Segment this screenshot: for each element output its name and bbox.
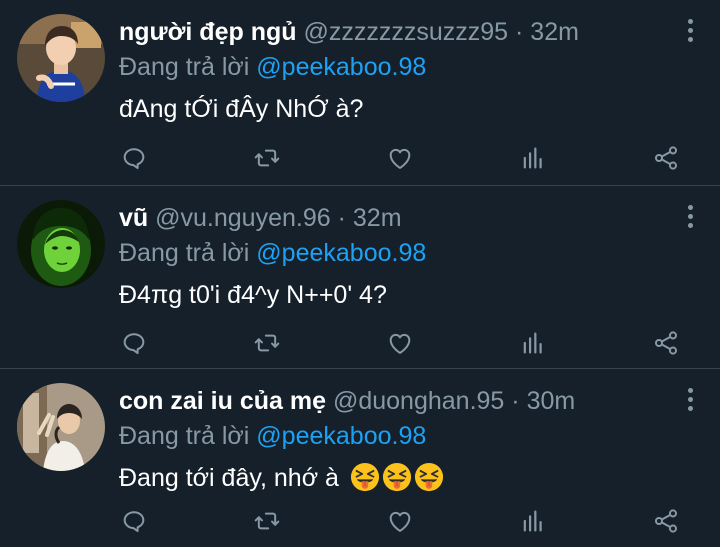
timestamp[interactable]: 30m <box>527 387 576 415</box>
tweet[interactable]: người đẹp ngủ @zzzzzzzsuzzz95 · 32m Đang… <box>0 0 720 186</box>
user-handle[interactable]: @zzzzzzzsuzzz95 <box>303 18 508 46</box>
mention-link[interactable]: @peekaboo.98 <box>256 422 426 450</box>
heart-icon[interactable] <box>386 144 414 172</box>
squinting-face-with-tongue-emoji-icon <box>350 462 380 492</box>
tweet-actions <box>0 325 720 361</box>
timestamp[interactable]: 32m <box>353 204 402 232</box>
tweet-text: Đ4πg t0'i đ4^y N++0' 4? <box>119 281 387 309</box>
stats-icon[interactable] <box>519 507 547 535</box>
replying-to-label: Đang trả lời <box>119 422 250 450</box>
stats-icon[interactable] <box>519 144 547 172</box>
more-icon[interactable] <box>686 388 694 414</box>
squinting-face-with-tongue-emoji-icon <box>414 462 444 492</box>
squinting-face-with-tongue-emoji-icon <box>382 462 412 492</box>
share-icon[interactable] <box>652 507 680 535</box>
replying-to-label: Đang trả lời <box>119 53 250 81</box>
mention-link[interactable]: @peekaboo.98 <box>256 53 426 81</box>
tweet-text: Đang tới đây, nhớ à <box>119 464 339 492</box>
display-name[interactable]: người đẹp ngủ <box>119 18 297 46</box>
tweet[interactable]: con zai iu của mẹ @duonghan.95 · 30m Đan… <box>0 369 720 547</box>
more-icon[interactable] <box>686 19 694 45</box>
avatar[interactable] <box>17 14 105 102</box>
tweet-text: đAng tỚi đÂy NhỚ à? <box>119 95 364 123</box>
display-name[interactable]: con zai iu của mẹ <box>119 387 326 415</box>
reply-icon[interactable] <box>120 507 148 535</box>
reply-icon[interactable] <box>120 329 148 357</box>
tweet-actions <box>0 503 720 539</box>
more-icon[interactable] <box>686 205 694 231</box>
separator-dot: · <box>511 387 520 415</box>
tweet-header: con zai iu của mẹ @duonghan.95 · 30m <box>119 384 660 418</box>
replying-to: Đang trả lời @peekaboo.98 <box>119 236 426 270</box>
stats-icon[interactable] <box>519 329 547 357</box>
user-handle[interactable]: @vu.nguyen.96 <box>155 204 331 232</box>
heart-icon[interactable] <box>386 507 414 535</box>
tweet-text-container: Đang tới đây, nhớ à <box>119 460 444 496</box>
user-handle[interactable]: @duonghan.95 <box>333 387 504 415</box>
share-icon[interactable] <box>652 329 680 357</box>
replying-to: Đang trả lời @peekaboo.98 <box>119 50 426 84</box>
tweet-header: vũ @vu.nguyen.96 · 32m <box>119 201 660 235</box>
retweet-icon[interactable] <box>253 329 281 357</box>
separator-dot: · <box>515 18 524 46</box>
retweet-icon[interactable] <box>253 507 281 535</box>
share-icon[interactable] <box>652 144 680 172</box>
tweet-header: người đẹp ngủ @zzzzzzzsuzzz95 · 32m <box>119 15 660 49</box>
heart-icon[interactable] <box>386 329 414 357</box>
replying-to: Đang trả lời @peekaboo.98 <box>119 419 426 453</box>
reply-icon[interactable] <box>120 144 148 172</box>
tweet-actions <box>0 140 720 176</box>
separator-dot: · <box>337 204 346 232</box>
replying-to-label: Đang trả lời <box>119 239 250 267</box>
tweet[interactable]: vũ @vu.nguyen.96 · 32m Đang trả lời @pee… <box>0 186 720 369</box>
mention-link[interactable]: @peekaboo.98 <box>256 239 426 267</box>
display-name[interactable]: vũ <box>119 204 148 232</box>
avatar[interactable] <box>17 383 105 471</box>
avatar[interactable] <box>17 200 105 288</box>
retweet-icon[interactable] <box>253 144 281 172</box>
timestamp[interactable]: 32m <box>530 18 579 46</box>
